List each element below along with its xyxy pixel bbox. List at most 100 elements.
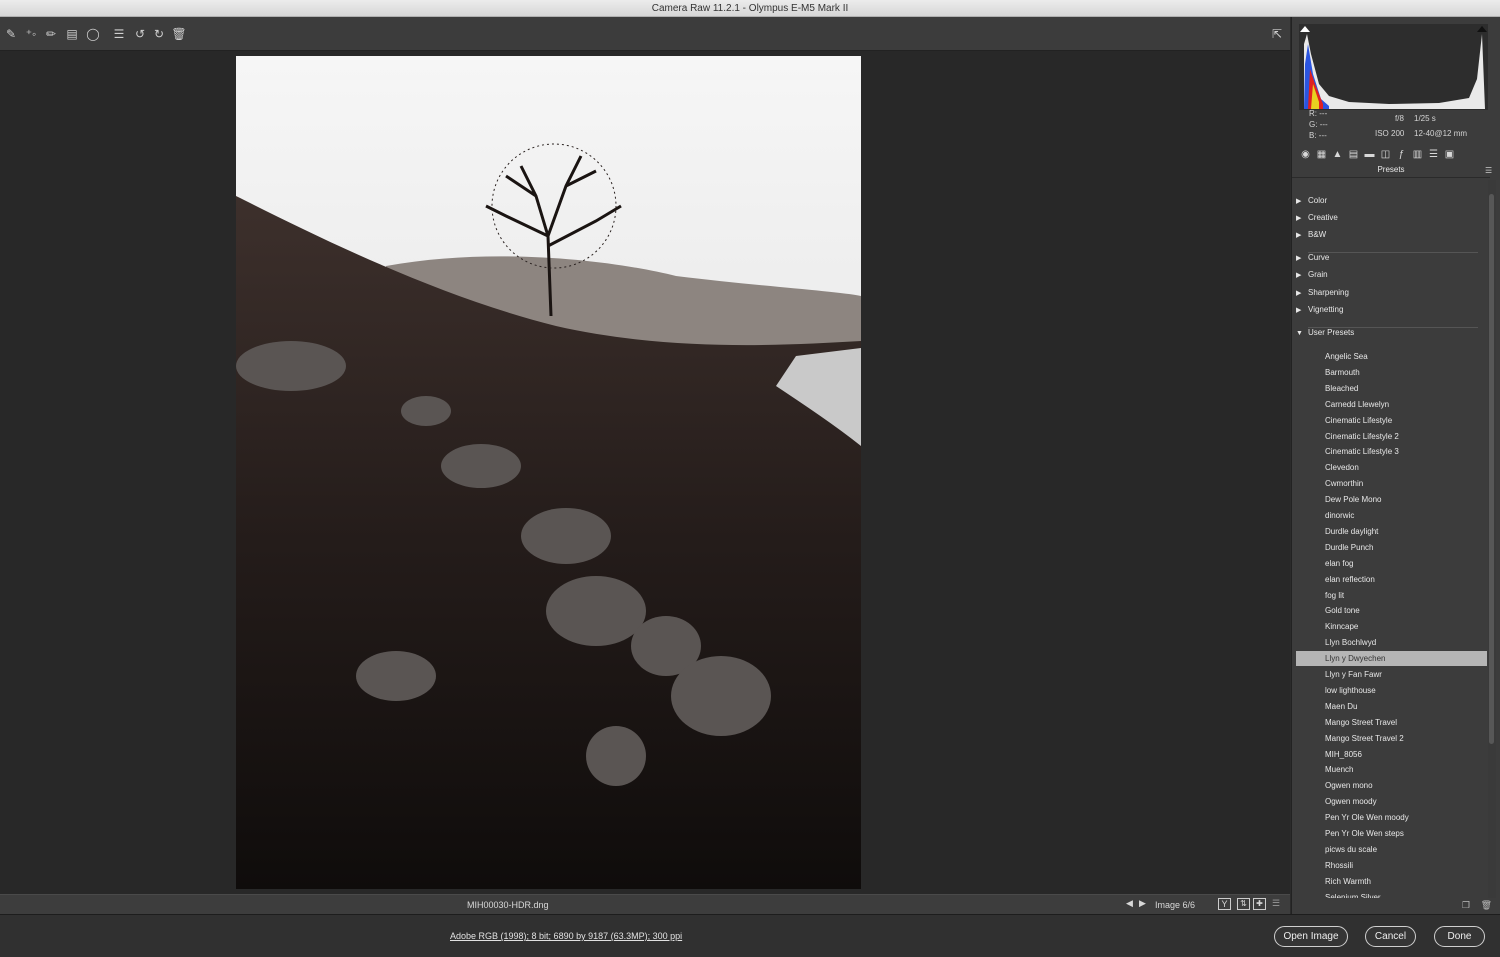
delete-preset-icon[interactable]: 🗑 bbox=[1481, 900, 1492, 911]
preset-group-color[interactable]: ▶ Color bbox=[1296, 193, 1487, 208]
lens-tab-icon[interactable]: ◫ bbox=[1379, 148, 1392, 161]
tone-curve-tab-icon[interactable]: ▦ bbox=[1315, 148, 1328, 161]
disclosure-open-icon[interactable]: ▼ bbox=[1296, 326, 1308, 341]
preset-item[interactable]: Pen Yr Ole Wen moody bbox=[1296, 810, 1487, 825]
preset-group-label: Grain bbox=[1308, 270, 1328, 279]
workflow-options-link[interactable]: Adobe RGB (1998); 8 bit; 6890 by 9187 (6… bbox=[450, 931, 682, 941]
preset-item[interactable]: elan fog bbox=[1296, 556, 1487, 571]
calibration-tab-icon[interactable]: ▥ bbox=[1411, 148, 1424, 161]
presets-tab-icon[interactable]: ☰ bbox=[1427, 148, 1440, 161]
preset-item[interactable]: Barmouth bbox=[1296, 365, 1487, 380]
preset-item[interactable]: Pen Yr Ole Wen steps bbox=[1296, 826, 1487, 841]
bottom-bar: Adobe RGB (1998); 8 bit; 6890 by 9187 (6… bbox=[0, 914, 1500, 957]
detail-tab-icon[interactable]: ▲ bbox=[1331, 148, 1344, 161]
window-title: Camera Raw 11.2.1 - Olympus E-M5 Mark II bbox=[651, 3, 849, 14]
group-divider bbox=[1308, 327, 1478, 328]
before-after-y-icon[interactable]: Y bbox=[1218, 898, 1231, 910]
panel-menu-icon[interactable]: ☰ bbox=[1485, 166, 1492, 175]
photo-preview bbox=[236, 56, 861, 889]
preset-item[interactable]: Cinematic Lifestyle 2 bbox=[1296, 429, 1487, 444]
hsl-tab-icon[interactable]: ▤ bbox=[1347, 148, 1360, 161]
rotate-ccw-icon[interactable]: ↺ bbox=[131, 25, 149, 43]
open-image-button[interactable]: Open Image bbox=[1274, 926, 1348, 947]
prev-image-icon[interactable]: ◀ bbox=[1126, 898, 1133, 909]
preset-item[interactable]: low lighthouse bbox=[1296, 683, 1487, 698]
preset-item[interactable]: Mango Street Travel bbox=[1296, 715, 1487, 730]
preset-item[interactable]: Durdle daylight bbox=[1296, 524, 1487, 539]
preset-item[interactable]: elan reflection bbox=[1296, 572, 1487, 587]
preset-item[interactable]: Muench bbox=[1296, 762, 1487, 777]
preset-item[interactable]: Carnedd Llewelyn bbox=[1296, 397, 1487, 412]
preset-group-label: Curve bbox=[1308, 253, 1330, 262]
toolbar: ✎ ⁺◦ ✏ ▤ ◯ ☰ ↺ ↻ 🗑 ⇱ bbox=[0, 17, 1290, 51]
done-button[interactable]: Done bbox=[1434, 926, 1485, 947]
preset-item[interactable]: MIH_8056 bbox=[1296, 747, 1487, 762]
preset-group-label: User Presets bbox=[1308, 328, 1355, 337]
radial-filter-icon[interactable]: ◯ bbox=[84, 25, 102, 43]
trash-icon[interactable]: 🗑 bbox=[170, 25, 188, 43]
preset-item[interactable]: Llyn y Dwyechen bbox=[1296, 651, 1487, 667]
cancel-button[interactable]: Cancel bbox=[1365, 926, 1416, 947]
copy-settings-icon[interactable]: ✚ bbox=[1253, 898, 1266, 910]
preset-group-grain[interactable]: ▶ Grain bbox=[1296, 267, 1487, 282]
disclosure-closed-icon[interactable]: ▶ bbox=[1296, 228, 1308, 243]
preset-item[interactable]: Ogwen mono bbox=[1296, 778, 1487, 793]
preset-item[interactable]: Llyn y Fan Fawr bbox=[1296, 667, 1487, 682]
rgb-readout: R: --- G: --- B: --- bbox=[1309, 108, 1328, 141]
graduated-filter-icon[interactable]: ▤ bbox=[63, 25, 81, 43]
preset-item[interactable]: Selenium Silver bbox=[1296, 890, 1487, 898]
rotate-cw-icon[interactable]: ↻ bbox=[150, 25, 168, 43]
preset-item[interactable]: Bleached bbox=[1296, 381, 1487, 396]
preset-item[interactable]: Llyn Bochlwyd bbox=[1296, 635, 1487, 650]
preset-item[interactable]: Rich Warmth bbox=[1296, 874, 1487, 889]
disclosure-closed-icon[interactable]: ▶ bbox=[1296, 303, 1308, 318]
new-preset-icon[interactable]: ❐ bbox=[1462, 900, 1470, 911]
spot-removal-icon[interactable]: ⁺◦ bbox=[22, 25, 40, 43]
preset-item[interactable]: Maen Du bbox=[1296, 699, 1487, 714]
shutter-value: 1/25 s bbox=[1414, 114, 1436, 123]
b-label: B: bbox=[1309, 131, 1317, 140]
panel-tabs: ◉ ▦ ▲ ▤ ▬ ◫ ƒ ▥ ☰ ▣ bbox=[1296, 148, 1496, 164]
preset-item[interactable]: dinorwic bbox=[1296, 508, 1487, 523]
basic-tab-icon[interactable]: ◉ bbox=[1299, 148, 1312, 161]
preset-group-creative[interactable]: ▶ Creative bbox=[1296, 210, 1487, 225]
fullscreen-icon[interactable]: ⇱ bbox=[1268, 25, 1286, 43]
brush-icon[interactable]: ✏ bbox=[42, 25, 60, 43]
swap-settings-icon[interactable]: ⇅ bbox=[1237, 898, 1250, 910]
preset-item[interactable]: Cinematic Lifestyle 3 bbox=[1296, 444, 1487, 459]
next-image-icon[interactable]: ▶ bbox=[1139, 898, 1146, 909]
preferences-icon[interactable]: ☰ bbox=[110, 25, 128, 43]
g-label: G: bbox=[1309, 120, 1318, 129]
snapshots-tab-icon[interactable]: ▣ bbox=[1443, 148, 1456, 161]
preset-item[interactable]: Durdle Punch bbox=[1296, 540, 1487, 555]
scrollbar-thumb[interactable] bbox=[1489, 194, 1494, 744]
preset-item[interactable]: Ogwen moody bbox=[1296, 794, 1487, 809]
preset-item[interactable]: Kinncape bbox=[1296, 619, 1487, 634]
preset-item[interactable]: Clevedon bbox=[1296, 460, 1487, 475]
preset-item[interactable]: Angelic Sea bbox=[1296, 349, 1487, 364]
disclosure-closed-icon[interactable]: ▶ bbox=[1296, 211, 1308, 226]
disclosure-closed-icon[interactable]: ▶ bbox=[1296, 286, 1308, 301]
adjustment-brush-icon[interactable]: ✎ bbox=[2, 25, 20, 43]
preset-item[interactable]: Gold tone bbox=[1296, 603, 1487, 618]
disclosure-closed-icon[interactable]: ▶ bbox=[1296, 194, 1308, 209]
preset-group-sharpening[interactable]: ▶ Sharpening bbox=[1296, 285, 1487, 300]
preset-group-label: Color bbox=[1308, 196, 1328, 205]
toggle-settings-icon[interactable]: ☰ bbox=[1272, 898, 1280, 909]
preset-group-vignetting[interactable]: ▶ Vignetting bbox=[1296, 302, 1487, 317]
disclosure-closed-icon[interactable]: ▶ bbox=[1296, 251, 1308, 266]
histogram bbox=[1299, 24, 1488, 110]
preset-item[interactable]: Cinematic Lifestyle bbox=[1296, 413, 1487, 428]
preset-item[interactable]: Dew Pole Mono bbox=[1296, 492, 1487, 507]
disclosure-closed-icon[interactable]: ▶ bbox=[1296, 268, 1308, 283]
presets-scrollbar[interactable] bbox=[1488, 180, 1496, 898]
split-toning-tab-icon[interactable]: ▬ bbox=[1363, 148, 1376, 161]
preset-item[interactable]: fog lit bbox=[1296, 588, 1487, 603]
effects-tab-icon[interactable]: ƒ bbox=[1395, 148, 1408, 161]
preset-item[interactable]: Rhossili bbox=[1296, 858, 1487, 873]
image-counter: Image 6/6 bbox=[1155, 900, 1196, 910]
preset-item[interactable]: Cwmorthin bbox=[1296, 476, 1487, 491]
preset-item[interactable]: Mango Street Travel 2 bbox=[1296, 731, 1487, 746]
preset-group-b-w[interactable]: ▶ B&W bbox=[1296, 227, 1487, 242]
preset-item[interactable]: picws du scale bbox=[1296, 842, 1487, 857]
